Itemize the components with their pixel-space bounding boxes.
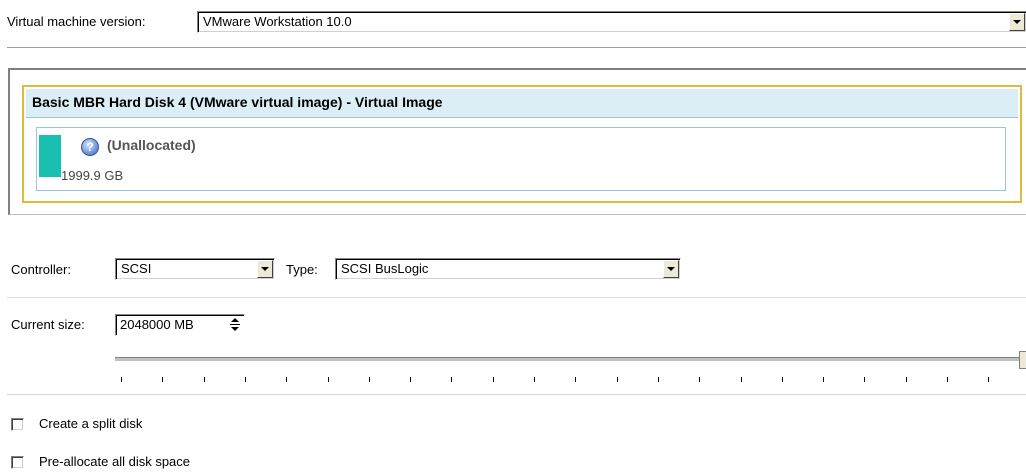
preallocate-checkbox[interactable] <box>11 456 24 469</box>
vm-version-value: VMware Workstation 10.0 <box>203 14 352 29</box>
slider-tick <box>327 377 329 382</box>
type-value: SCSI BusLogic <box>341 261 429 276</box>
slider-tick <box>699 377 701 382</box>
disk-header: Basic MBR Hard Disk 4 (VMware virtual im… <box>26 89 1018 118</box>
slider-tick <box>286 377 288 382</box>
slider-tick <box>781 377 783 382</box>
slider-tick <box>657 377 659 382</box>
size-slider-track[interactable] <box>115 357 1021 362</box>
slider-tick <box>121 377 122 382</box>
chevron-down-icon[interactable] <box>663 260 679 278</box>
slider-tick <box>864 377 866 382</box>
size-slider-thumb[interactable] <box>1019 351 1026 369</box>
divider <box>7 47 1026 48</box>
partition-name: (Unallocated) <box>107 137 196 153</box>
question-icon: ? <box>81 138 99 156</box>
preallocate-label: Pre-allocate all disk space <box>39 454 191 469</box>
slider-tick <box>947 377 948 382</box>
controller-select[interactable]: SCSI <box>115 258 275 280</box>
stepper-arrows-icon[interactable] <box>229 317 242 333</box>
partition-unallocated[interactable]: ? (Unallocated) 1999.9 GB <box>36 127 1006 191</box>
chevron-down-icon[interactable] <box>257 260 273 278</box>
chevron-down-icon[interactable] <box>1009 13 1025 31</box>
vm-version-select[interactable]: VMware Workstation 10.0 <box>197 11 1026 33</box>
split-disk-label: Create a split disk <box>39 416 143 431</box>
current-size-label: Current size: <box>11 317 85 332</box>
vm-version-label: Virtual machine version: <box>7 14 146 29</box>
controller-label: Controller: <box>11 262 71 277</box>
slider-tick <box>203 377 205 382</box>
slider-tick <box>740 377 742 382</box>
partition-color-bar <box>39 135 61 177</box>
disk-title: Basic MBR Hard Disk 4 (VMware virtual im… <box>32 94 443 110</box>
slider-tick <box>616 377 618 382</box>
current-size-stepper[interactable]: 2048000 MB <box>115 314 245 336</box>
current-size-value: 2048000 MB <box>120 317 194 332</box>
slider-tick <box>534 377 535 382</box>
slider-tick <box>575 377 577 382</box>
controller-value: SCSI <box>121 261 152 276</box>
divider <box>7 297 1026 298</box>
divider <box>7 394 1026 395</box>
slider-tick <box>162 377 164 382</box>
split-disk-checkbox[interactable] <box>11 418 24 431</box>
type-select[interactable]: SCSI BusLogic <box>335 258 681 280</box>
disk-card[interactable]: Basic MBR Hard Disk 4 (VMware virtual im… <box>22 85 1022 203</box>
slider-tick <box>823 377 825 382</box>
slider-tick <box>244 377 246 382</box>
type-label: Type: <box>286 262 318 277</box>
slider-tick <box>492 377 494 382</box>
partition-size: 1999.9 GB <box>61 168 124 183</box>
slider-tick <box>451 377 453 382</box>
slider-tick <box>410 377 412 382</box>
slider-tick <box>368 377 370 382</box>
slider-tick <box>988 377 990 382</box>
slider-tick <box>905 377 907 382</box>
